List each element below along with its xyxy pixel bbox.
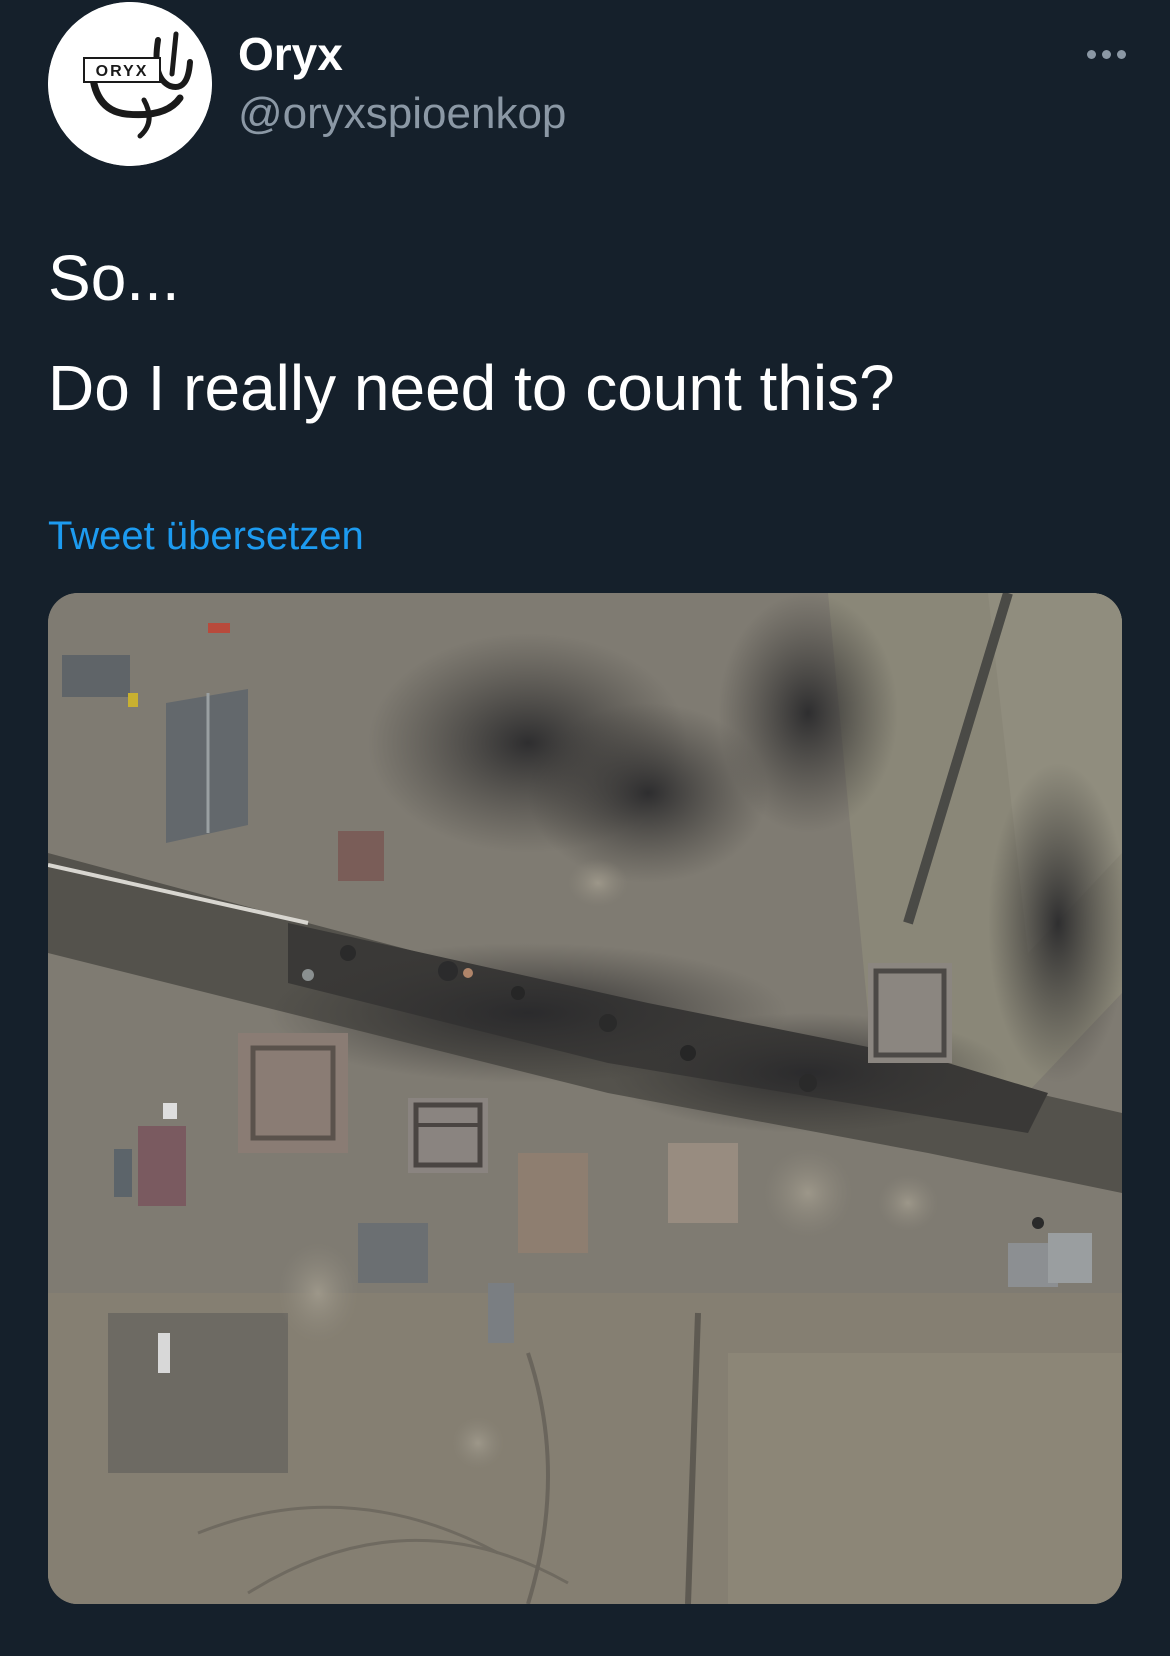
logo-text: ORYX [96,63,149,80]
author-handle[interactable]: @oryxspioenkop [238,86,566,142]
tweet: ORYX Oryx @oryxspioenkop So... Do I real… [0,0,1170,1656]
tweet-text-line: Do I really need to count this? [48,352,895,424]
tweet-media-image[interactable] [48,593,1122,1604]
more-options-icon-dot [1116,49,1126,59]
more-options-button[interactable] [1068,34,1144,74]
author-name[interactable]: Oryx [238,26,343,82]
satellite-image [48,593,1122,1604]
more-options-icon [1086,49,1096,59]
author-avatar[interactable]: ORYX [48,2,212,166]
more-options-icon-dot [1101,49,1111,59]
translate-tweet-link[interactable]: Tweet übersetzen [48,510,364,562]
oryx-logo-icon: ORYX [48,2,212,166]
tweet-text-line: So... [48,242,180,314]
